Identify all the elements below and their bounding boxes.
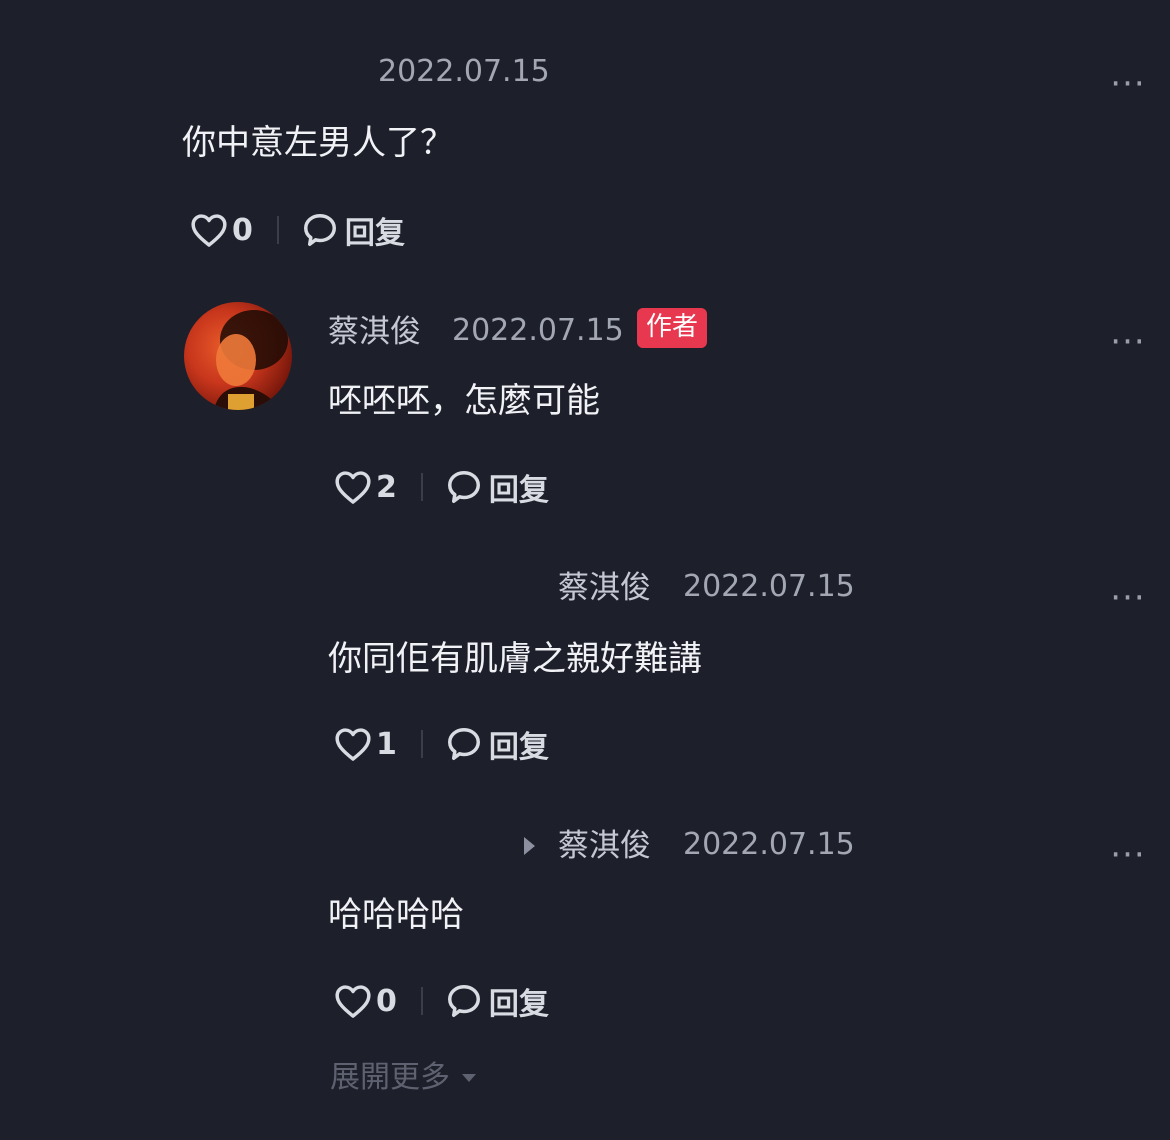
heart-icon <box>335 985 371 1018</box>
author-name[interactable]: 蔡淇俊 <box>558 826 651 866</box>
comment-date: 2022.07.15 <box>683 569 855 604</box>
divider <box>276 216 279 244</box>
author-name[interactable]: 蔡淇俊 <box>328 312 421 352</box>
more-options-button[interactable]: ··· <box>1108 325 1148 359</box>
reply-label: 回复 <box>344 216 405 251</box>
reply-label: 回复 <box>488 730 549 765</box>
divider <box>420 473 423 501</box>
heart-icon <box>335 471 371 504</box>
comment-date: 2022.07.15 <box>683 827 855 862</box>
reply-to-arrow-icon <box>524 837 535 855</box>
heart-icon <box>335 728 371 761</box>
speech-bubble-icon <box>447 985 480 1017</box>
divider <box>420 987 423 1015</box>
heart-icon <box>191 214 227 247</box>
reply-label: 回复 <box>488 987 549 1022</box>
divider <box>420 730 423 758</box>
like-count: 0 <box>232 212 253 248</box>
expand-more-label: 展開更多 <box>330 1060 450 1095</box>
avatar[interactable] <box>184 302 292 410</box>
like-button[interactable]: 0 <box>190 212 253 248</box>
comment-text: 你中意左男人了？ <box>182 123 454 163</box>
speech-bubble-icon <box>303 214 336 246</box>
more-options-button[interactable]: ··· <box>1108 67 1148 101</box>
comment-actions: 1 回复 <box>334 722 549 766</box>
comment-actions: 2 回复 <box>334 465 549 509</box>
reply-label: 回复 <box>488 473 549 508</box>
author-badge: 作者 <box>637 308 708 348</box>
like-button[interactable]: 1 <box>334 726 397 762</box>
reply-button[interactable]: 回复 <box>445 722 549 766</box>
caret-down-icon <box>462 1074 476 1082</box>
speech-bubble-icon <box>447 728 480 760</box>
more-options-button[interactable]: ··· <box>1108 838 1148 872</box>
expand-more-button[interactable]: 展開更多 <box>330 1058 476 1098</box>
avatar-portrait <box>214 310 288 410</box>
comment-text: 哈哈哈哈 <box>328 895 464 935</box>
comment-actions: 0 回复 <box>334 979 549 1023</box>
comment-text: 你同佢有肌膚之親好難講 <box>328 639 702 679</box>
more-options-button[interactable]: ··· <box>1108 581 1148 615</box>
like-button[interactable]: 0 <box>334 983 397 1019</box>
like-count: 0 <box>376 983 397 1019</box>
like-count: 1 <box>376 726 397 762</box>
reply-button[interactable]: 回复 <box>445 979 549 1023</box>
comment-date: 2022.07.15 <box>452 313 624 348</box>
comment-actions: 0 回复 <box>190 208 405 252</box>
like-button[interactable]: 2 <box>334 469 397 505</box>
comment-text: 呸呸呸，怎麼可能 <box>328 381 600 421</box>
like-count: 2 <box>376 469 397 505</box>
author-name[interactable]: 蔡淇俊 <box>558 568 651 608</box>
comment-date: 2022.07.15 <box>378 54 550 89</box>
speech-bubble-icon <box>447 471 480 503</box>
reply-button[interactable]: 回复 <box>445 465 549 509</box>
reply-button[interactable]: 回复 <box>301 208 405 252</box>
